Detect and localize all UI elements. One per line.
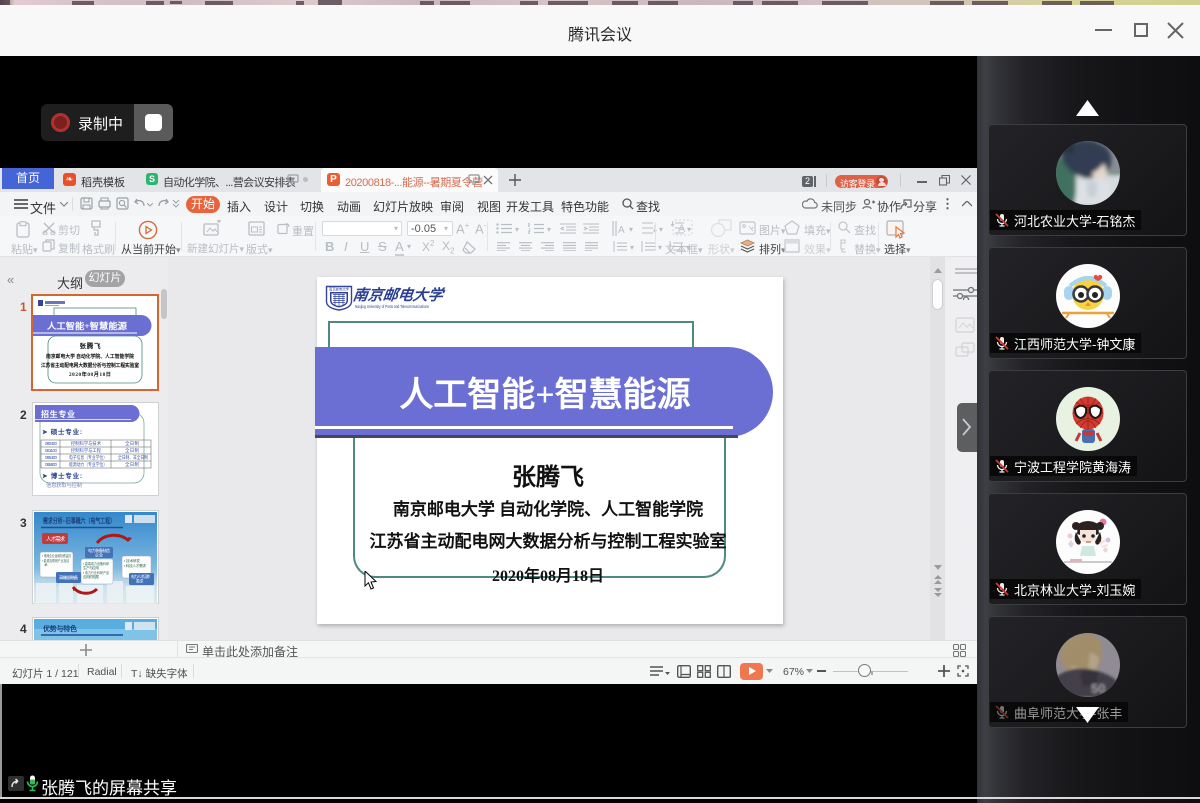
svg-text:085800: 085800: [45, 462, 57, 467]
svg-text:A: A: [678, 223, 686, 235]
svg-text:南京邮电大学: 南京邮电大学: [329, 287, 349, 292]
svg-text:张腾飞: 张腾飞: [80, 341, 102, 350]
svg-text:信息获取与控制: 信息获取与控制: [46, 481, 82, 489]
svg-text:全日制、非全日制: 全日制、非全日制: [118, 454, 148, 461]
svg-text:081100: 081100: [45, 448, 57, 453]
svg-text:优势与特色: 优势与特色: [43, 624, 77, 633]
svg-text:2020年08月18日: 2020年08月18日: [69, 370, 111, 378]
svg-text:高端能源装备: 高端能源装备: [59, 574, 78, 580]
svg-text:全日制: 全日制: [125, 461, 140, 468]
svg-text:080400: 080400: [45, 441, 57, 446]
svg-text:全日制: 全日制: [125, 440, 140, 447]
svg-text:生产与应用: 生产与应用: [83, 565, 99, 570]
svg-text:▪ 技术研发: ▪ 技术研发: [124, 558, 140, 563]
svg-text:需求分析--旧事概六（电气工程）: 需求分析--旧事概六（电气工程）: [43, 516, 115, 525]
svg-text:企业: 企业: [95, 552, 103, 558]
svg-text:招生专业: 招生专业: [41, 409, 75, 419]
svg-text:电子信息（专业学位）: 电子信息（专业学位）: [69, 454, 107, 461]
svg-text:术: 术: [44, 562, 48, 567]
svg-text:南京邮电大学 自动化学院、人工智能学院: 南京邮电大学 自动化学院、人工智能学院: [46, 352, 135, 360]
svg-text:➤ 博士专业:: ➤ 博士专业:: [42, 471, 82, 480]
svg-text:人工智能+智慧能源: 人工智能+智慧能源: [47, 321, 128, 331]
svg-text:能源动力（专业学位）: 能源动力（专业学位）: [69, 461, 107, 468]
svg-text:控制科学与工程: 控制科学与工程: [71, 447, 101, 454]
svg-text:▪ 科技人才需求: ▪ 科技人才需求: [124, 563, 146, 568]
svg-text:人才需求: 人才需求: [46, 535, 65, 543]
svg-text:50: 50: [1091, 681, 1105, 696]
svg-text:➤ 硕士专业:: ➤ 硕士专业:: [42, 427, 82, 436]
svg-text:085400: 085400: [45, 455, 57, 460]
svg-text:全日制: 全日制: [125, 447, 140, 454]
svg-text:江苏省主动配电网大数据分析与控制工程实验室: 江苏省主动配电网大数据分析与控制工程实验室: [41, 361, 139, 369]
svg-text:应用的拓展: 应用的拓展: [83, 574, 99, 579]
svg-text:▪ 电网企业运维检修监控: ▪ 电网企业运维检修监控: [42, 553, 71, 558]
svg-text:需求: 需求: [136, 579, 144, 584]
svg-text:A: A: [618, 225, 625, 236]
svg-text:Nanjing University of Posts an: Nanjing University of Posts and Telecomm…: [355, 304, 430, 309]
svg-text:控制科学与技术: 控制科学与技术: [71, 440, 101, 447]
svg-text:电力人才培养: 电力人才培养: [131, 574, 150, 579]
